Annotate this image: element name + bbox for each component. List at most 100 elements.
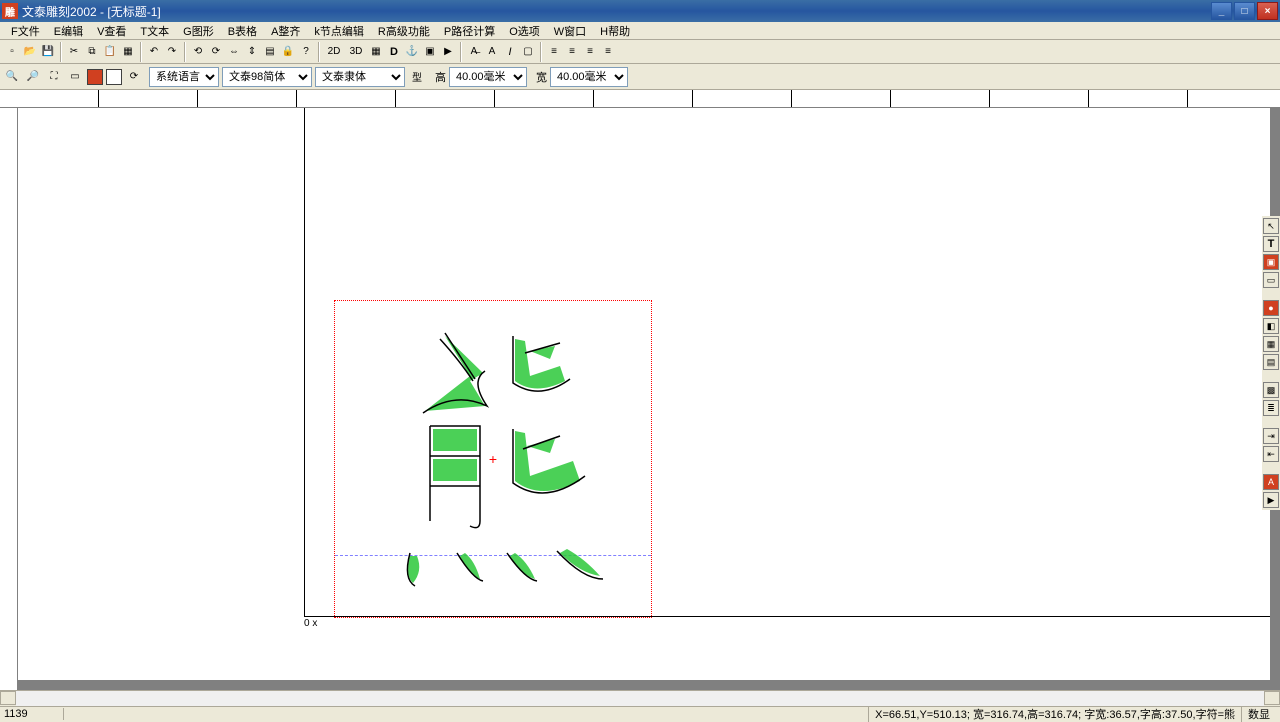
flip-h-icon[interactable]: ⇔ — [225, 42, 243, 62]
rotate-right-icon[interactable]: ⟳ — [207, 42, 225, 62]
fill-tool-icon[interactable]: ● — [1263, 300, 1279, 316]
ruler-horizontal — [0, 90, 1280, 108]
save-icon[interactable]: 💾 — [39, 42, 57, 62]
align-left-icon[interactable]: ≡ — [545, 42, 563, 62]
engrave-icon[interactable]: ▦ — [367, 42, 385, 62]
menu-view[interactable]: V查看 — [90, 22, 133, 40]
glyph-xiong[interactable] — [375, 321, 615, 601]
record-tool-icon[interactable]: A — [1263, 474, 1279, 490]
menu-table[interactable]: B表格 — [221, 22, 264, 40]
anchor-icon[interactable]: ⚓ — [403, 42, 421, 62]
select-tool-icon[interactable]: ↖ — [1263, 218, 1279, 234]
width-combo[interactable]: 40.00毫米 — [550, 67, 628, 87]
palette-tool-icon[interactable]: ▩ — [1263, 382, 1279, 398]
handle-top[interactable] — [489, 297, 497, 305]
outline-icon[interactable]: ▢ — [519, 42, 537, 62]
height-combo[interactable]: 40.00毫米 — [449, 67, 527, 87]
output-icon[interactable]: ▶ — [439, 42, 457, 62]
text-tool-icon[interactable]: T — [1263, 236, 1279, 252]
italic-icon[interactable]: I — [501, 42, 519, 62]
origin-marker: 0 x — [304, 618, 317, 629]
vtext-tool-icon[interactable]: ⇥ — [1263, 428, 1279, 444]
layer-tool-icon[interactable]: ≣ — [1263, 400, 1279, 416]
status-coords: X=66.51,Y=510.13; 宽=316.74,高=316.74; 字宽:… — [868, 706, 1241, 722]
handle-bottom[interactable] — [489, 613, 497, 621]
maximize-button[interactable]: □ — [1234, 2, 1255, 20]
menu-file[interactable]: F文件 — [4, 22, 47, 40]
font-family-combo-2[interactable]: 文泰隶体 — [315, 67, 405, 87]
hatch-tool-icon[interactable]: ▦ — [1263, 336, 1279, 352]
new-icon[interactable]: ▫ — [3, 42, 21, 62]
scroll-left-icon[interactable] — [0, 691, 16, 705]
close-button[interactable]: × — [1257, 2, 1278, 20]
scrollbar-horizontal[interactable] — [0, 690, 1280, 706]
selection-box[interactable]: + — [334, 300, 652, 618]
align-center-icon[interactable]: ≡ — [563, 42, 581, 62]
canvas[interactable]: 0 x + — [18, 108, 1280, 690]
menu-advanced[interactable]: R高级功能 — [371, 22, 437, 40]
toolbar-properties: 🔍 🔎 ⛶ ▭ ⟳ 系统语言 文泰98简体 文泰隶体 型 高 40.00毫米 宽… — [0, 64, 1280, 90]
strike-icon[interactable]: A̶ — [465, 42, 483, 62]
menu-graphics[interactable]: G图形 — [176, 22, 221, 40]
zoom-in-icon[interactable]: 🔍 — [3, 67, 21, 87]
menu-arrange[interactable]: A整齐 — [264, 22, 307, 40]
menu-text[interactable]: T文本 — [133, 22, 176, 40]
scroll-track[interactable] — [16, 691, 1264, 706]
undo-icon[interactable]: ↶ — [145, 42, 163, 62]
bold-d-icon[interactable]: D — [385, 42, 403, 62]
help-icon[interactable]: ? — [297, 42, 315, 62]
handle-right[interactable] — [647, 455, 655, 463]
cut-icon[interactable]: ✂ — [65, 42, 83, 62]
refresh-icon[interactable]: ⟳ — [125, 67, 143, 87]
zoom-page-icon[interactable]: ▭ — [66, 67, 84, 87]
htext-tool-icon[interactable]: ⇤ — [1263, 446, 1279, 462]
stroke-color-swatch[interactable] — [106, 69, 122, 85]
redo-icon[interactable]: ↷ — [163, 42, 181, 62]
align-right-icon[interactable]: ≡ — [581, 42, 599, 62]
window-title: 文泰雕刻2002 - [无标题-1] — [22, 3, 1209, 20]
status-mode: 数显 — [1241, 706, 1276, 722]
height-label: 高 — [435, 69, 446, 85]
workspace: 0 x + — [0, 108, 1280, 690]
handle-left[interactable] — [331, 455, 339, 463]
menu-window[interactable]: W窗口 — [547, 22, 593, 40]
grid-icon[interactable]: ▦ — [119, 42, 137, 62]
menu-node[interactable]: k节点编辑 — [307, 22, 371, 40]
width-label: 宽 — [536, 69, 547, 85]
paste-icon[interactable]: 📋 — [101, 42, 119, 62]
fill-color-swatch[interactable] — [87, 69, 103, 85]
app-icon: 雕 — [2, 3, 18, 19]
flip-v-icon[interactable]: ⇕ — [243, 42, 261, 62]
font-family-combo-1[interactable]: 文泰98简体 — [222, 67, 312, 87]
layer-icon[interactable]: ▣ — [421, 42, 439, 62]
rotate-left-icon[interactable]: ⟲ — [189, 42, 207, 62]
menu-edit[interactable]: E编辑 — [47, 22, 90, 40]
color-tool-icon[interactable]: ◧ — [1263, 318, 1279, 334]
minimize-button[interactable]: _ — [1211, 2, 1232, 20]
handle-top-left[interactable] — [331, 297, 339, 305]
table-tool-icon[interactable]: ▤ — [1263, 354, 1279, 370]
play-tool-icon[interactable]: ▶ — [1263, 492, 1279, 508]
engrave-tool-icon[interactable]: ▣ — [1263, 254, 1279, 270]
scroll-right-icon[interactable] — [1264, 691, 1280, 705]
menu-options[interactable]: O选项 — [502, 22, 547, 40]
handle-top-right[interactable] — [647, 297, 655, 305]
open-icon[interactable]: 📂 — [21, 42, 39, 62]
menu-path[interactable]: P路径计算 — [437, 22, 502, 40]
handle-bottom-left[interactable] — [331, 613, 339, 621]
mode-2d-button[interactable]: 2D — [323, 42, 345, 62]
lock-icon[interactable]: 🔒 — [279, 42, 297, 62]
font-type-icon[interactable]: 型 — [408, 67, 426, 87]
zoom-fit-icon[interactable]: ⛶ — [45, 67, 63, 87]
language-combo[interactable]: 系统语言 — [149, 67, 219, 87]
mode-3d-button[interactable]: 3D — [345, 42, 367, 62]
text-box-icon[interactable]: A — [483, 42, 501, 62]
rect-tool-icon[interactable]: ▭ — [1263, 272, 1279, 288]
justify-icon[interactable]: ≡ — [599, 42, 617, 62]
align-icon[interactable]: ▤ — [261, 42, 279, 62]
copy-icon[interactable]: ⧉ — [83, 42, 101, 62]
zoom-out-icon[interactable]: 🔎 — [24, 67, 42, 87]
menu-help[interactable]: H帮助 — [593, 22, 637, 40]
statusbar: 1139 X=66.51,Y=510.13; 宽=316.74,高=316.74… — [0, 706, 1280, 720]
handle-bottom-right[interactable] — [647, 613, 655, 621]
